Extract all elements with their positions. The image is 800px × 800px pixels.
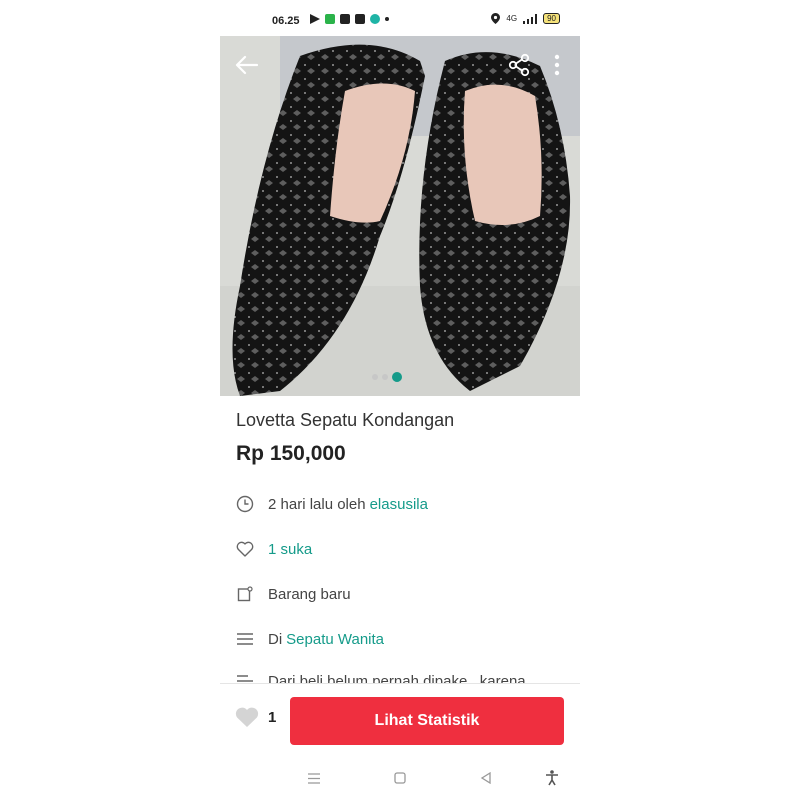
carousel-dot[interactable] [372, 374, 378, 380]
square-icon [394, 772, 406, 784]
tag-icon [236, 585, 254, 603]
signal-icon [523, 13, 538, 24]
seller-link[interactable]: elasusila [370, 496, 428, 513]
like-count: 1 [268, 708, 277, 726]
accessibility-button[interactable] [540, 768, 564, 788]
battery-icon: 90 [543, 13, 560, 24]
location-icon [491, 13, 501, 24]
recents-button[interactable] [302, 768, 326, 788]
share-button[interactable] [504, 50, 534, 80]
triangle-left-icon [480, 772, 491, 784]
clock-icon [236, 495, 254, 513]
system-back-button[interactable] [474, 768, 498, 788]
posted-time: 2 hari lalu oleh [268, 495, 366, 513]
status-bar: 06.25 4G 90 [220, 10, 580, 34]
product-photo [220, 36, 580, 396]
category-row: Di Sepatu Wanita [236, 627, 566, 651]
network-type: 4G [506, 14, 518, 23]
notification-icons [310, 14, 389, 24]
back-button[interactable] [232, 50, 262, 80]
system-icons: 4G 90 [491, 13, 560, 24]
more-vertical-icon [554, 54, 560, 76]
heart-outline-icon [236, 540, 254, 558]
like-button[interactable]: 1 [234, 706, 276, 728]
facebook-icon [340, 14, 350, 24]
accessibility-icon [546, 770, 558, 786]
condition-row: Barang baru [236, 582, 566, 606]
list-icon [236, 630, 254, 648]
share-icon [508, 53, 530, 77]
product-title: Lovetta Sepatu Kondangan [236, 410, 455, 430]
likes-link[interactable]: 1 suka [268, 541, 312, 558]
description-text: Dari beli belum pernah dipake , karena [268, 672, 526, 684]
menu-icon [308, 772, 320, 784]
chat-icon [370, 14, 380, 24]
category-link[interactable]: Sepatu Wanita [286, 631, 384, 648]
category-prefix: Di [268, 630, 283, 648]
carousel-indicator [372, 372, 402, 382]
phone-screen: 06.25 4G 90 Lovetta Sepatu Kondangan Rp … [220, 0, 580, 800]
likes-row[interactable]: 1 suka [236, 537, 566, 561]
arrow-left-icon [235, 55, 259, 75]
description-row: Dari beli belum pernah dipake , karena [220, 672, 580, 683]
telegram-icon [310, 14, 320, 24]
posted-row: 2 hari lalu oleh elasusila [236, 492, 566, 516]
home-button[interactable] [388, 768, 412, 788]
carousel-dot-active[interactable] [392, 372, 402, 382]
bottom-action-bar: 1 Lihat Statistik [220, 683, 580, 754]
more-notifications-icon [385, 17, 389, 21]
system-navigation-bar [220, 760, 580, 796]
app-c-icon [355, 14, 365, 24]
more-options-button[interactable] [542, 50, 572, 80]
status-time: 06.25 [272, 15, 300, 27]
product-price: Rp 150,000 [236, 442, 346, 465]
product-image-carousel[interactable] [220, 36, 580, 396]
condition-text: Barang baru [268, 585, 351, 603]
heart-icon [235, 707, 259, 727]
app-notification-icon [325, 14, 335, 24]
description-icon [236, 672, 254, 683]
carousel-dot[interactable] [382, 374, 388, 380]
view-statistics-button[interactable]: Lihat Statistik [290, 697, 564, 745]
